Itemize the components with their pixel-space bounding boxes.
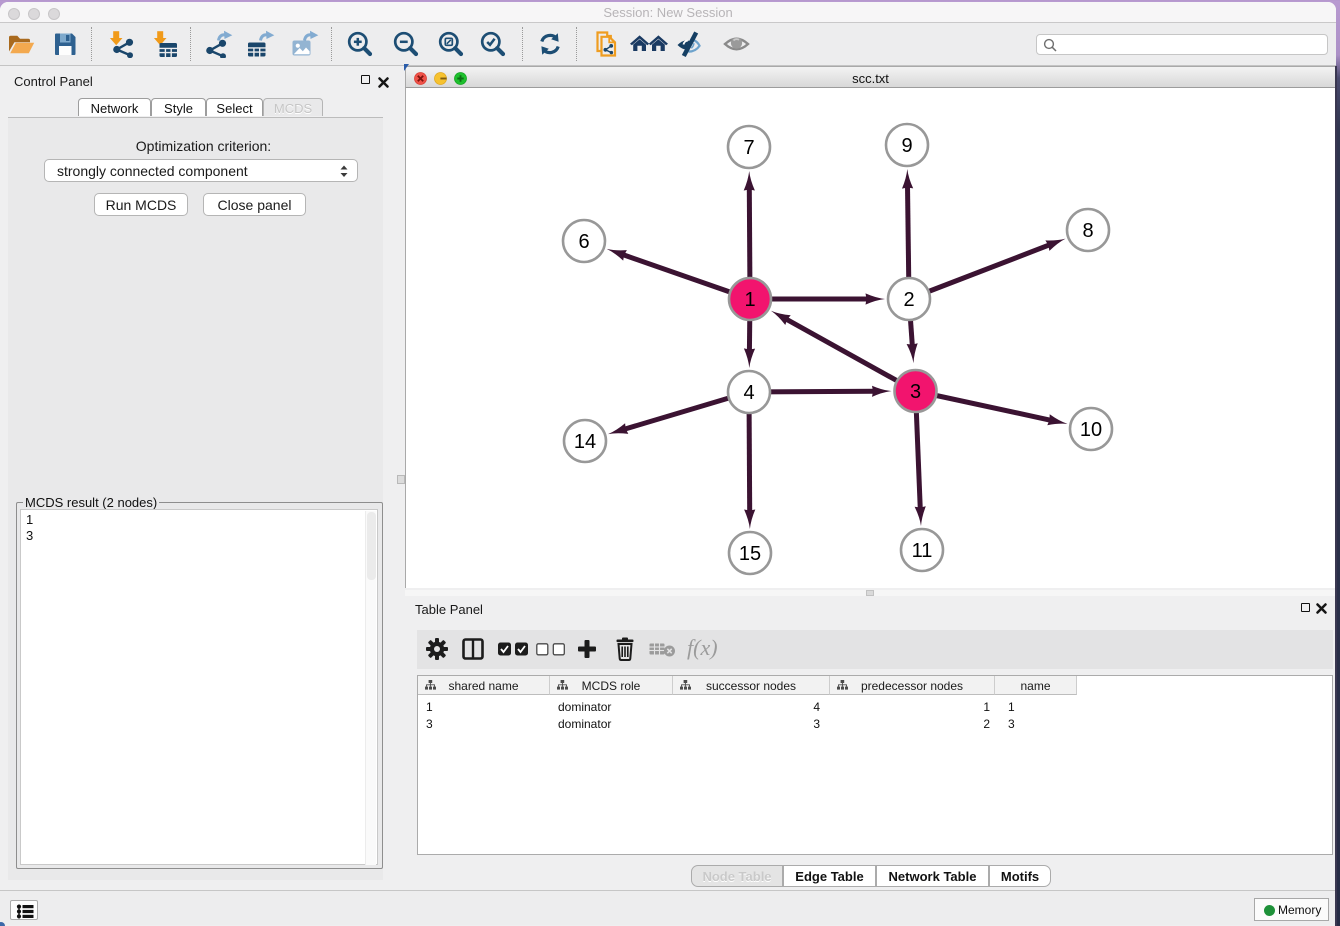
svg-text:7: 7 bbox=[743, 137, 754, 159]
svg-text:10: 10 bbox=[1080, 419, 1102, 441]
svg-text:2: 2 bbox=[903, 289, 914, 311]
svg-text:15: 15 bbox=[739, 543, 761, 565]
svg-text:3: 3 bbox=[910, 381, 921, 403]
svg-text:14: 14 bbox=[574, 431, 596, 453]
svg-text:9: 9 bbox=[901, 135, 912, 157]
svg-text:8: 8 bbox=[1082, 220, 1093, 242]
svg-text:6: 6 bbox=[578, 231, 589, 253]
svg-text:4: 4 bbox=[743, 382, 754, 404]
svg-text:11: 11 bbox=[912, 540, 933, 562]
svg-text:1: 1 bbox=[744, 289, 755, 311]
